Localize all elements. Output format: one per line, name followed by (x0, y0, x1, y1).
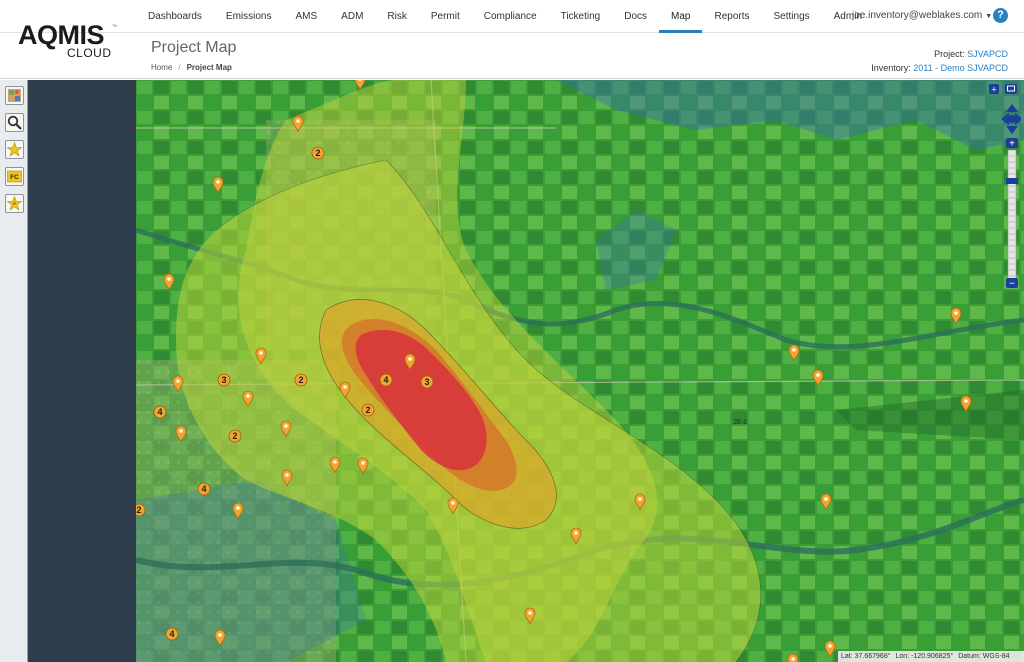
inventory-label: Inventory: (871, 63, 911, 73)
cluster-marker[interactable]: 4 (379, 373, 393, 387)
svg-text:−: − (1009, 279, 1015, 290)
cluster-count: 4 (201, 484, 206, 494)
user-email: joe.inventory@weblakes.com (852, 10, 983, 21)
zoom-tool-button[interactable] (5, 113, 24, 132)
project-line: Project: SJVAPCD (871, 47, 1008, 61)
svg-text:+: + (991, 85, 996, 95)
logo-trademark: ™ (112, 24, 117, 30)
cluster-marker[interactable]: 4 (153, 405, 167, 419)
receptor-tool-button[interactable] (5, 194, 24, 213)
zoom-magnifier-icon (7, 115, 22, 130)
cluster-count: 4 (169, 629, 174, 639)
inventory-line: Inventory: 2011 - Demo SJVAPCD (871, 61, 1008, 75)
nav-item-ticketing[interactable]: Ticketing (549, 0, 613, 33)
help-icon[interactable]: ? (993, 8, 1008, 23)
logo-subtext: CLOUD (67, 46, 112, 60)
nav-item-emissions[interactable]: Emissions (214, 0, 284, 33)
nav-item-reports[interactable]: Reports (702, 0, 761, 33)
cluster-count: 2 (136, 505, 141, 515)
source-marker-icon[interactable] (787, 653, 799, 662)
breadcrumb-home[interactable]: Home (151, 63, 172, 72)
cluster-count: 2 (298, 375, 303, 385)
cluster-marker[interactable]: 2 (361, 403, 375, 417)
page-header: Project Map Home / Project Map Project: SJ… (0, 33, 1024, 79)
nav-item-adm[interactable]: ADM (329, 0, 375, 33)
pan-zoom-control[interactable]: + + − (985, 82, 1023, 292)
svg-text:+: + (1009, 139, 1015, 150)
cluster-count: 4 (383, 375, 388, 385)
project-label: Project: (934, 49, 965, 59)
main-nav: Dashboards Emissions AMS ADM Risk Permit Compl… (136, 0, 874, 33)
coordinate-status-bar: Lat: 37.667968° Lon: -120.906825° Datum: W… (838, 651, 1024, 662)
breadcrumb-current: Project Map (186, 63, 232, 72)
cluster-marker[interactable]: 2 (311, 146, 325, 160)
cluster-marker[interactable]: 3 (217, 373, 231, 387)
cluster-count: 3 (424, 377, 429, 387)
latitude-readout: Lat: 37.667968° (841, 653, 891, 660)
facility-tool-button[interactable]: FC (5, 167, 24, 186)
map-view[interactable]: 2E-2 2 3 2 4 3 4 2 2 4 2 4 + + − (136, 80, 1024, 662)
cluster-marker[interactable]: 2 (294, 373, 308, 387)
facility-icon-label: FC (10, 174, 19, 181)
map-canvas[interactable]: 2E-2 2 3 2 4 3 4 2 2 4 2 4 (136, 80, 1024, 662)
zoom-slider-handle[interactable] (1006, 178, 1018, 184)
facility-icon: FC (7, 170, 22, 183)
nav-item-compliance[interactable]: Compliance (472, 0, 549, 33)
longitude-readout: Lon: -120.906825° (895, 653, 954, 660)
cluster-marker[interactable]: 3 (420, 375, 434, 389)
nav-item-settings[interactable]: Settings (762, 0, 822, 33)
cluster-count: 2 (365, 405, 370, 415)
nav-item-risk[interactable]: Risk (375, 0, 418, 33)
pan-arrows-icon[interactable] (1001, 104, 1023, 134)
chevron-down-icon: ▼ (985, 13, 993, 20)
source-icon (6, 141, 23, 157)
map-toolbar: FC (0, 80, 28, 662)
nav-item-ams[interactable]: AMS (284, 0, 330, 33)
user-menu[interactable]: joe.inventory@weblakes.com ▼ (852, 10, 992, 21)
datum-readout: Datum: WGS-84 (958, 653, 1010, 660)
inventory-link[interactable]: 2011 - Demo SJVAPCD (913, 63, 1008, 73)
road-label: 2E-2 (734, 420, 747, 426)
aqmis-logo[interactable]: AQMIS CLOUD ™ (18, 22, 118, 62)
layers-icon (8, 89, 21, 102)
cluster-count: 4 (157, 407, 162, 417)
cluster-marker[interactable]: 2 (136, 503, 146, 517)
nav-item-map[interactable]: Map (659, 0, 703, 33)
cluster-count: 3 (221, 375, 226, 385)
cluster-marker[interactable]: 4 (197, 482, 211, 496)
nav-item-permit[interactable]: Permit (419, 0, 472, 33)
cluster-marker[interactable]: 4 (165, 627, 179, 641)
nav-item-dashboards[interactable]: Dashboards (136, 0, 214, 33)
project-info: Project: SJVAPCD Inventory: 2011 - Demo … (871, 47, 1008, 75)
logo-text: AQMIS (18, 20, 105, 50)
cluster-count: 2 (315, 148, 320, 158)
layers-tool-button[interactable] (5, 86, 24, 105)
receptor-icon (6, 195, 23, 211)
breadcrumb: Home / Project Map (151, 63, 232, 72)
page-title: Project Map (151, 39, 237, 56)
source-tool-button[interactable] (5, 140, 24, 159)
zoom-slider-track[interactable] (1007, 149, 1017, 289)
nav-item-docs[interactable]: Docs (612, 0, 659, 33)
project-link[interactable]: SJVAPCD (967, 49, 1008, 59)
breadcrumb-separator: / (178, 63, 181, 72)
cluster-marker[interactable]: 2 (228, 429, 242, 443)
cluster-count: 2 (232, 431, 237, 441)
top-navbar: Dashboards Emissions AMS ADM Risk Permit Compl… (0, 0, 1024, 33)
